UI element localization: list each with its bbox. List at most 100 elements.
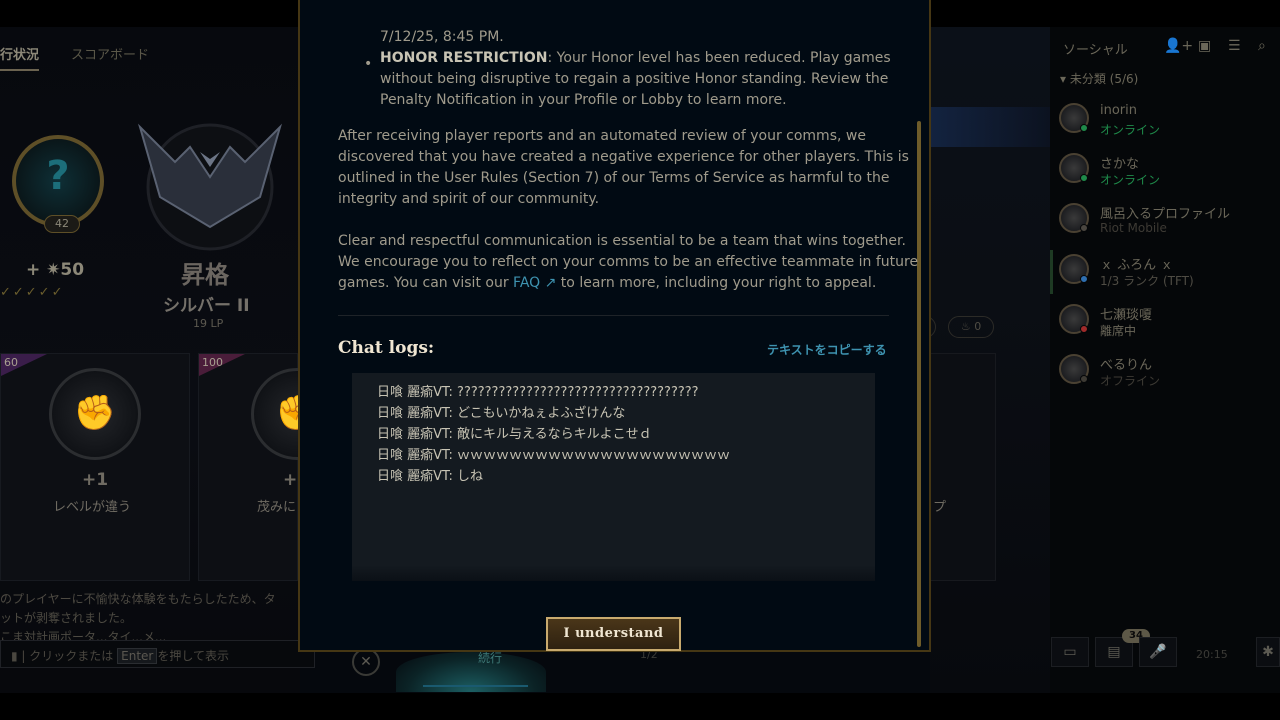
microphone-icon[interactable]: 🎤 [1139, 637, 1177, 667]
friend-name: 七瀬琰嗄 [1100, 308, 1153, 323]
friend-item[interactable]: inorin オンライン [1050, 97, 1280, 145]
modal-scrollbar[interactable] [917, 121, 921, 647]
review-paragraph: integrity and spirit of our community. [338, 191, 600, 207]
chat-speaker: 日喰 麗瘉VT: [377, 469, 453, 484]
friend-item[interactable]: さかな オンライン [1050, 147, 1280, 195]
friend-name: ｘ ふろん ｘ [1100, 258, 1174, 273]
avatar [1059, 354, 1089, 384]
mastery-checks: ✓✓✓✓✓ [0, 285, 65, 300]
faq-link[interactable]: FAQ ↗ [513, 275, 556, 291]
review-paragraph: outlined in the User Rules (Section 7) o… [338, 170, 890, 186]
splash-highlight [930, 107, 1050, 147]
status-dot [1080, 275, 1088, 283]
card-label: レベルが違う [53, 500, 132, 515]
rank-tier: シルバー II [163, 296, 250, 316]
chat-input[interactable]: ▮ | クリックまたは Enter を押して表示 [0, 640, 315, 668]
mastery-level: 42 [44, 215, 80, 233]
list-icon[interactable]: ☰ [1228, 38, 1241, 54]
penalty-text: のプレイヤーに不愉快な体験をもたらしたため、タ ットが剥奪されました。 こま対計… [0, 590, 300, 647]
chat-hint-post: を押して表示 [157, 649, 229, 663]
chat-log-line: 日喰 麗瘉VT: しね [377, 465, 483, 484]
chat-log-line: 日喰 麗瘉VT: 敵にキル与えるならキルよこせｄ [377, 423, 652, 442]
review-paragraph: discovered that you have created a negat… [338, 149, 909, 165]
copy-text-button[interactable]: テキストをコピーする [767, 341, 887, 358]
social-title: ソーシャル [1063, 43, 1128, 58]
friend-name: 風呂入るプロファイル [1100, 207, 1231, 222]
chat-log-line: 日喰 麗瘉VT: ???????????????????????????????… [377, 381, 699, 400]
close-icon[interactable]: ✕ [352, 648, 380, 676]
card-ribbon: 100 [199, 354, 245, 376]
penalty-text-line: ットが剥奪されました。 [0, 611, 133, 625]
honor-restriction-label: HONOR RESTRICTION [380, 50, 548, 66]
flame-icon: ♨ [960, 320, 971, 333]
friend-name: べるりん [1100, 358, 1153, 373]
status-dot [1080, 375, 1088, 383]
communication-paragraph: Clear and respectful communication is es… [338, 233, 906, 249]
friend-name: さかな [1100, 157, 1140, 172]
tab-scoreboard[interactable]: スコアボード [71, 44, 149, 63]
honor-card: 100 ✊ + 茂みに [198, 353, 343, 581]
add-friend-icon[interactable]: 👤+ [1164, 38, 1193, 54]
friend-status: 1/3 ランク (TFT) [1100, 274, 1194, 288]
avatar [1059, 304, 1089, 334]
continue-progress [423, 685, 528, 687]
rank-title: 昇格 [181, 260, 229, 289]
chat-icon: ▮ | [11, 649, 30, 663]
honor-card: プ [930, 353, 996, 581]
mid-pill-value: 0 [974, 320, 982, 333]
mid-pill: ♨ 0 [948, 316, 994, 338]
chat-speaker: 日喰 麗瘉VT: [377, 406, 453, 421]
faq-pre: games. You can visit our [338, 275, 514, 291]
status-dot [1080, 224, 1088, 232]
honor-restriction-line: HONOR RESTRICTION: Your Honor level has … [380, 48, 891, 69]
card-plus: + [283, 470, 298, 490]
chat-message: どこもいかねぇよふざけんな [452, 406, 626, 421]
honor-restriction-text: Penalty Notification in your Profile or … [380, 92, 787, 108]
friend-status: オフライン [1100, 374, 1161, 388]
card-badge: ✊ [49, 368, 141, 460]
chat-log-line: 日喰 麗瘉VT: どこもいかねぇよふざけんな [377, 402, 625, 421]
chat-message: 敵にキル与えるならキルよこせｄ [452, 427, 652, 442]
avatar [1059, 203, 1089, 233]
communication-paragraph: games. You can visit our FAQ ↗ to learn … [338, 273, 876, 294]
chat-speaker: 日喰 麗瘉VT: [377, 448, 453, 463]
friend-item[interactable]: 七瀬琰嗄 離席中 [1050, 298, 1280, 346]
chat-logs-heading: Chat logs: [338, 338, 435, 358]
rank-lp: 19 LP [193, 317, 224, 330]
understand-button[interactable]: I understand [546, 617, 681, 651]
bug-report-icon[interactable]: ✱ [1256, 637, 1280, 667]
friend-item[interactable]: ｘ ふろん ｘ 1/3 ランク (TFT) [1050, 248, 1280, 296]
fist-icon: ✊ [73, 393, 117, 433]
card-label: プ [933, 500, 947, 515]
honor-restriction-text: without being disruptive to regain a pos… [380, 71, 889, 87]
friend-name: inorin [1100, 103, 1138, 118]
avatar [1059, 254, 1089, 284]
mastery-points: + ✷50 [26, 260, 85, 280]
friend-status: オンライン [1100, 173, 1161, 187]
friend-status: オンライン [1100, 123, 1161, 137]
chat-log-fade [352, 565, 875, 581]
mastery-emblem: ? 42 [12, 135, 104, 233]
card-plus: +1 [82, 470, 109, 490]
search-icon[interactable]: ⌕ [1258, 38, 1266, 54]
status-dot [1080, 124, 1088, 132]
enter-key: Enter [117, 648, 158, 664]
friend-status: 離席中 [1100, 324, 1137, 338]
clock: 20:15 [1196, 648, 1228, 661]
status-dot [1080, 325, 1088, 333]
avatar [1059, 153, 1089, 183]
avatar [1059, 103, 1089, 133]
chat-speaker: 日喰 麗瘉VT: [377, 427, 453, 442]
friend-item[interactable]: べるりん オフライン [1050, 348, 1280, 396]
penalty-date: 7/12/25, 8:45 PM. [380, 29, 504, 45]
card-label: 茂みに [257, 500, 297, 515]
friend-item[interactable]: 風呂入るプロファイル Riot Mobile [1050, 197, 1280, 245]
review-paragraph: After receiving player reports and an au… [338, 128, 866, 144]
chat-bubble-icon[interactable]: ▭ [1051, 637, 1089, 667]
friend-group-header[interactable]: ▾ 未分類 (5/6) [1060, 70, 1138, 87]
tab-progress[interactable]: 行状況 [0, 44, 40, 71]
question-icon: ? [46, 153, 70, 199]
letterbox-bottom [0, 693, 1280, 720]
add-folder-icon[interactable]: ▣ [1198, 38, 1211, 54]
chat-log-line: 日喰 麗瘉VT: ｗｗｗｗｗｗｗｗｗｗｗｗｗｗｗｗｗｗｗｗｗ [377, 444, 730, 463]
